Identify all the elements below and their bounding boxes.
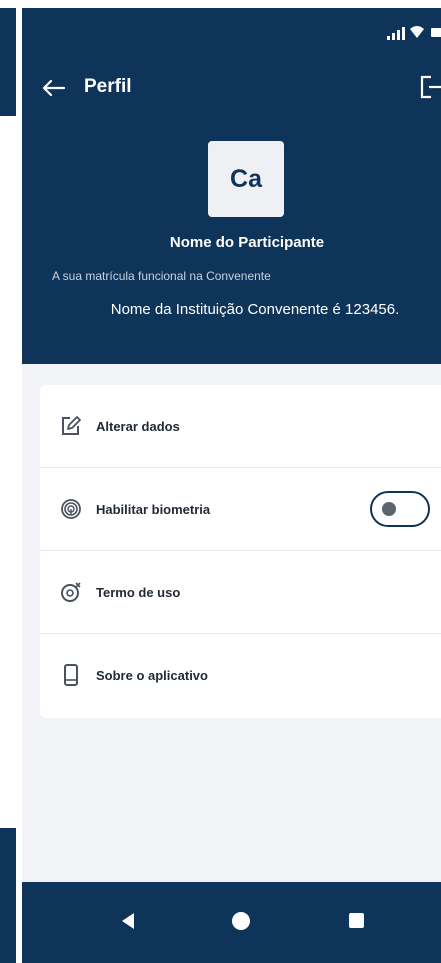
toggle-knob — [382, 502, 396, 516]
phone-screen: Perfil Ca Nome do Participante A sua mat… — [22, 8, 441, 963]
terms-icon — [60, 581, 82, 603]
menu-item-habilitar-biometria[interactable]: Habilitar biometria — [40, 468, 441, 551]
profile-header: Perfil Ca Nome do Participante A sua mat… — [22, 8, 441, 364]
signal-icon — [387, 26, 407, 40]
fingerprint-icon — [60, 498, 82, 520]
menu-item-termo-de-uso[interactable]: Termo de uso — [40, 551, 441, 634]
avatar: Ca — [208, 141, 284, 217]
biometria-toggle[interactable] — [370, 491, 430, 527]
left-edge-strip-top — [0, 8, 16, 116]
menu-item-alterar-dados[interactable]: Alterar dados — [40, 385, 441, 468]
menu-item-label: Alterar dados — [96, 418, 180, 434]
participant-name: Nome do Participante — [169, 234, 325, 251]
menu-item-label: Habilitar biometria — [96, 501, 211, 517]
menu-item-label: Sobre o aplicativo — [96, 668, 208, 683]
edit-icon — [60, 415, 82, 437]
matricula-label: A sua matrícula funcional na Convenente — [52, 269, 271, 283]
page-title: Perfil — [84, 76, 132, 97]
menu-item-sobre-o-aplicativo[interactable]: Sobre o aplicativo — [40, 634, 441, 717]
left-edge-strip-bottom — [0, 828, 16, 963]
nav-home-icon[interactable] — [232, 912, 250, 930]
wifi-icon — [410, 26, 424, 38]
logout-icon[interactable] — [419, 74, 441, 100]
system-nav-bar — [22, 882, 441, 963]
instituicao-text: Nome da Instituição Convenente é 123456. — [110, 301, 400, 318]
battery-icon — [431, 28, 441, 37]
nav-recent-icon[interactable] — [349, 913, 364, 928]
status-bar — [361, 22, 441, 44]
menu-item-label: Termo de uso — [96, 584, 181, 600]
arrow-left-icon[interactable] — [40, 78, 66, 98]
phone-icon — [60, 664, 82, 686]
screen-frame: Perfil Ca Nome do Participante A sua mat… — [0, 0, 441, 963]
nav-back-icon[interactable] — [120, 912, 136, 930]
menu-card: Alterar dados Habilitar biometria Termo … — [40, 385, 441, 718]
